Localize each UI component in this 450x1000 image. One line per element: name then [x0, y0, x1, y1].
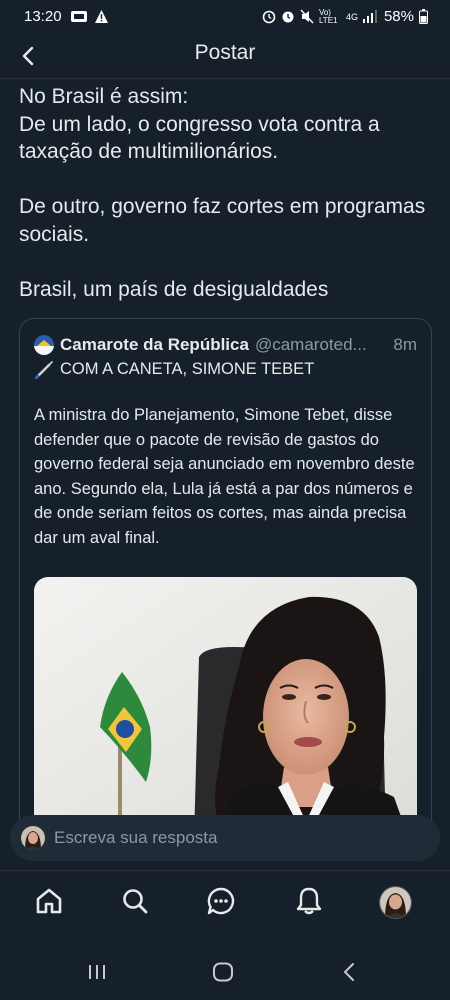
status-time: 13:20 [24, 8, 62, 25]
network-label: Vo) LTE1 [318, 7, 338, 25]
reply-user-avatar [21, 826, 45, 850]
battery-icon [419, 9, 428, 24]
page-title: Postar [194, 41, 256, 64]
alarm-icon [262, 10, 276, 24]
pen-icon [34, 360, 53, 379]
bottom-divider [0, 870, 450, 871]
quoted-post-subtitle: COM A CANETA, SIMONE TEBET [60, 360, 315, 378]
warning-icon [95, 10, 108, 23]
quoted-post-header: Camarote da República @camaroted... 8m [34, 334, 417, 356]
post-header: Postar [0, 34, 450, 79]
back-arrow-icon [343, 963, 354, 981]
quoted-post-body: A ministra do Planejamento, Simone Tebet… [34, 406, 415, 547]
reply-bar [10, 815, 440, 861]
signal-icon [362, 10, 377, 23]
quoted-post-image[interactable] [34, 577, 417, 839]
bottom-nav [0, 872, 450, 932]
quoted-author-name[interactable]: Camarote da República [60, 335, 249, 355]
status-notification-icons [70, 9, 109, 24]
nav-home[interactable] [33, 885, 65, 917]
battery-percent: 58% [383, 8, 414, 25]
quoted-post-subtitle-row: COM A CANETA, SIMONE TEBET [34, 360, 314, 379]
back-system-button[interactable] [335, 959, 363, 985]
mute-icon [300, 9, 314, 24]
quoted-post[interactable]: Camarote da República @camaroted... 8m C… [19, 318, 432, 840]
recent-apps-icon [89, 965, 105, 979]
quoted-author-avatar[interactable] [34, 335, 54, 355]
flag-avatar-icon [34, 335, 54, 355]
home-button[interactable] [209, 959, 237, 985]
post-text: No Brasil é assim: De um lado, o congres… [19, 85, 426, 301]
nav-notifications[interactable] [293, 885, 325, 917]
home-icon [36, 888, 62, 914]
search-icon [123, 889, 148, 914]
reply-input[interactable] [54, 815, 414, 861]
minister-photo [34, 577, 417, 839]
messages-icon [207, 887, 235, 915]
status-bar: 13:20 Vo) LTE1 4G 58% [0, 0, 450, 34]
status-system-icons: Vo) LTE1 4G 58% [262, 8, 428, 25]
system-nav-bar [0, 945, 450, 1000]
nav-search[interactable] [119, 885, 151, 917]
quoted-author-handle[interactable]: @camaroted... [255, 335, 387, 355]
home-circle-icon [213, 962, 233, 982]
alarm-clock-icon [282, 11, 294, 23]
nav-profile-avatar[interactable] [379, 886, 412, 919]
notifications-icon [296, 887, 322, 915]
video-notification-icon [71, 11, 87, 22]
quoted-post-time: 8m [393, 335, 417, 354]
recent-apps-button[interactable] [83, 959, 111, 985]
nav-messages[interactable] [205, 885, 237, 917]
network-type: 4G [345, 11, 358, 22]
